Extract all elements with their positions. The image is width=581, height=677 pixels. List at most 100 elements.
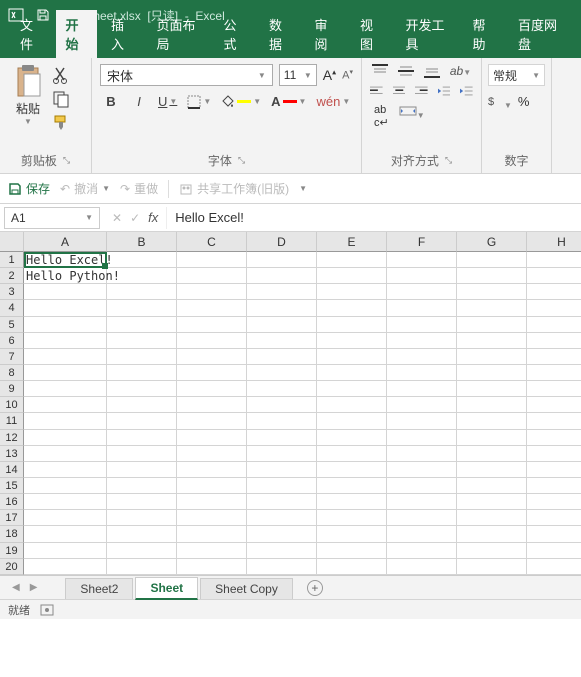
cell[interactable] xyxy=(177,268,247,284)
cell[interactable] xyxy=(387,526,457,542)
align-bottom-icon[interactable] xyxy=(424,64,440,78)
cell[interactable] xyxy=(107,300,177,316)
cell[interactable] xyxy=(527,462,581,478)
cell[interactable] xyxy=(177,559,247,575)
cell[interactable] xyxy=(24,494,107,510)
row-header[interactable]: 13 xyxy=(0,446,24,462)
cell[interactable] xyxy=(527,478,581,494)
menu-file[interactable]: 文件 xyxy=(10,10,52,58)
cell[interactable] xyxy=(387,252,457,268)
cell[interactable] xyxy=(317,268,387,284)
decrease-indent-icon[interactable] xyxy=(438,84,451,98)
menu-data[interactable]: 数据 xyxy=(259,10,301,58)
cell[interactable] xyxy=(24,300,107,316)
row-header[interactable]: 7 xyxy=(0,349,24,365)
cell[interactable] xyxy=(317,478,387,494)
cell[interactable] xyxy=(107,526,177,542)
cell[interactable] xyxy=(387,446,457,462)
menu-review[interactable]: 审阅 xyxy=(305,10,347,58)
cell[interactable] xyxy=(177,397,247,413)
cell[interactable] xyxy=(457,317,527,333)
cell[interactable] xyxy=(177,430,247,446)
row-header[interactable]: 9 xyxy=(0,381,24,397)
cell[interactable] xyxy=(247,478,317,494)
cell[interactable] xyxy=(457,462,527,478)
cell[interactable] xyxy=(107,478,177,494)
cell[interactable] xyxy=(177,543,247,559)
cell[interactable] xyxy=(177,333,247,349)
cell[interactable] xyxy=(24,365,107,381)
cell[interactable] xyxy=(387,284,457,300)
formula-input[interactable]: Hello Excel! xyxy=(166,207,581,229)
cell[interactable] xyxy=(457,478,527,494)
row-header[interactable]: 5 xyxy=(0,317,24,333)
cell[interactable] xyxy=(177,478,247,494)
cell[interactable] xyxy=(177,300,247,316)
cell[interactable] xyxy=(527,494,581,510)
cell[interactable] xyxy=(457,543,527,559)
cell[interactable] xyxy=(317,559,387,575)
cell[interactable] xyxy=(387,510,457,526)
cell[interactable] xyxy=(247,559,317,575)
dialog-launcher-icon[interactable]: ⤡ xyxy=(445,155,452,166)
cell[interactable] xyxy=(387,365,457,381)
cell[interactable] xyxy=(317,333,387,349)
fill-color-button[interactable]: ▼ xyxy=(221,95,261,109)
cell[interactable] xyxy=(387,478,457,494)
cell[interactable] xyxy=(387,397,457,413)
qat-save-button[interactable]: 保存 xyxy=(8,180,50,197)
cell[interactable] xyxy=(317,462,387,478)
qat-redo-button[interactable]: ↷ 重做 xyxy=(120,180,158,197)
column-header[interactable]: F xyxy=(387,232,457,252)
cell[interactable] xyxy=(107,510,177,526)
cell[interactable] xyxy=(457,559,527,575)
cell[interactable] xyxy=(24,413,107,429)
qat-share-workbook-button[interactable]: 共享工作簿(旧版) xyxy=(179,180,289,197)
cell[interactable] xyxy=(24,462,107,478)
menu-help[interactable]: 帮助 xyxy=(463,10,505,58)
cell[interactable] xyxy=(527,559,581,575)
menu-home[interactable]: 开始 xyxy=(56,10,98,58)
row-header[interactable]: 10 xyxy=(0,397,24,413)
cell[interactable] xyxy=(247,446,317,462)
cell[interactable] xyxy=(457,333,527,349)
cell[interactable] xyxy=(387,559,457,575)
column-header[interactable]: C xyxy=(177,232,247,252)
cell[interactable] xyxy=(107,413,177,429)
cell[interactable] xyxy=(317,349,387,365)
add-sheet-button[interactable]: + xyxy=(307,580,323,596)
cell[interactable] xyxy=(527,268,581,284)
cell[interactable] xyxy=(24,478,107,494)
cell[interactable] xyxy=(317,510,387,526)
cell[interactable] xyxy=(247,381,317,397)
cell[interactable] xyxy=(247,526,317,542)
cell[interactable] xyxy=(527,349,581,365)
cell[interactable] xyxy=(247,252,317,268)
cell[interactable] xyxy=(317,365,387,381)
cell[interactable] xyxy=(24,430,107,446)
cell[interactable] xyxy=(24,284,107,300)
cell[interactable] xyxy=(317,381,387,397)
cell[interactable] xyxy=(317,494,387,510)
cell[interactable] xyxy=(317,284,387,300)
row-header[interactable]: 6 xyxy=(0,333,24,349)
cell[interactable] xyxy=(527,446,581,462)
cell[interactable] xyxy=(387,381,457,397)
insert-function-icon[interactable]: fx xyxy=(148,210,158,225)
font-size-combo[interactable]: 11▼ xyxy=(279,64,317,86)
number-format-combo[interactable]: 常规▼ xyxy=(488,64,545,86)
cell[interactable] xyxy=(177,446,247,462)
row-header[interactable]: 20 xyxy=(0,559,24,575)
cell[interactable] xyxy=(457,300,527,316)
cell[interactable] xyxy=(247,462,317,478)
cell[interactable] xyxy=(107,365,177,381)
copy-icon[interactable] xyxy=(52,90,70,108)
cell[interactable] xyxy=(107,381,177,397)
cell[interactable] xyxy=(387,317,457,333)
cell[interactable] xyxy=(177,284,247,300)
row-header[interactable]: 17 xyxy=(0,510,24,526)
cell[interactable] xyxy=(24,543,107,559)
cell[interactable] xyxy=(247,317,317,333)
cell[interactable] xyxy=(107,559,177,575)
cell[interactable] xyxy=(527,284,581,300)
